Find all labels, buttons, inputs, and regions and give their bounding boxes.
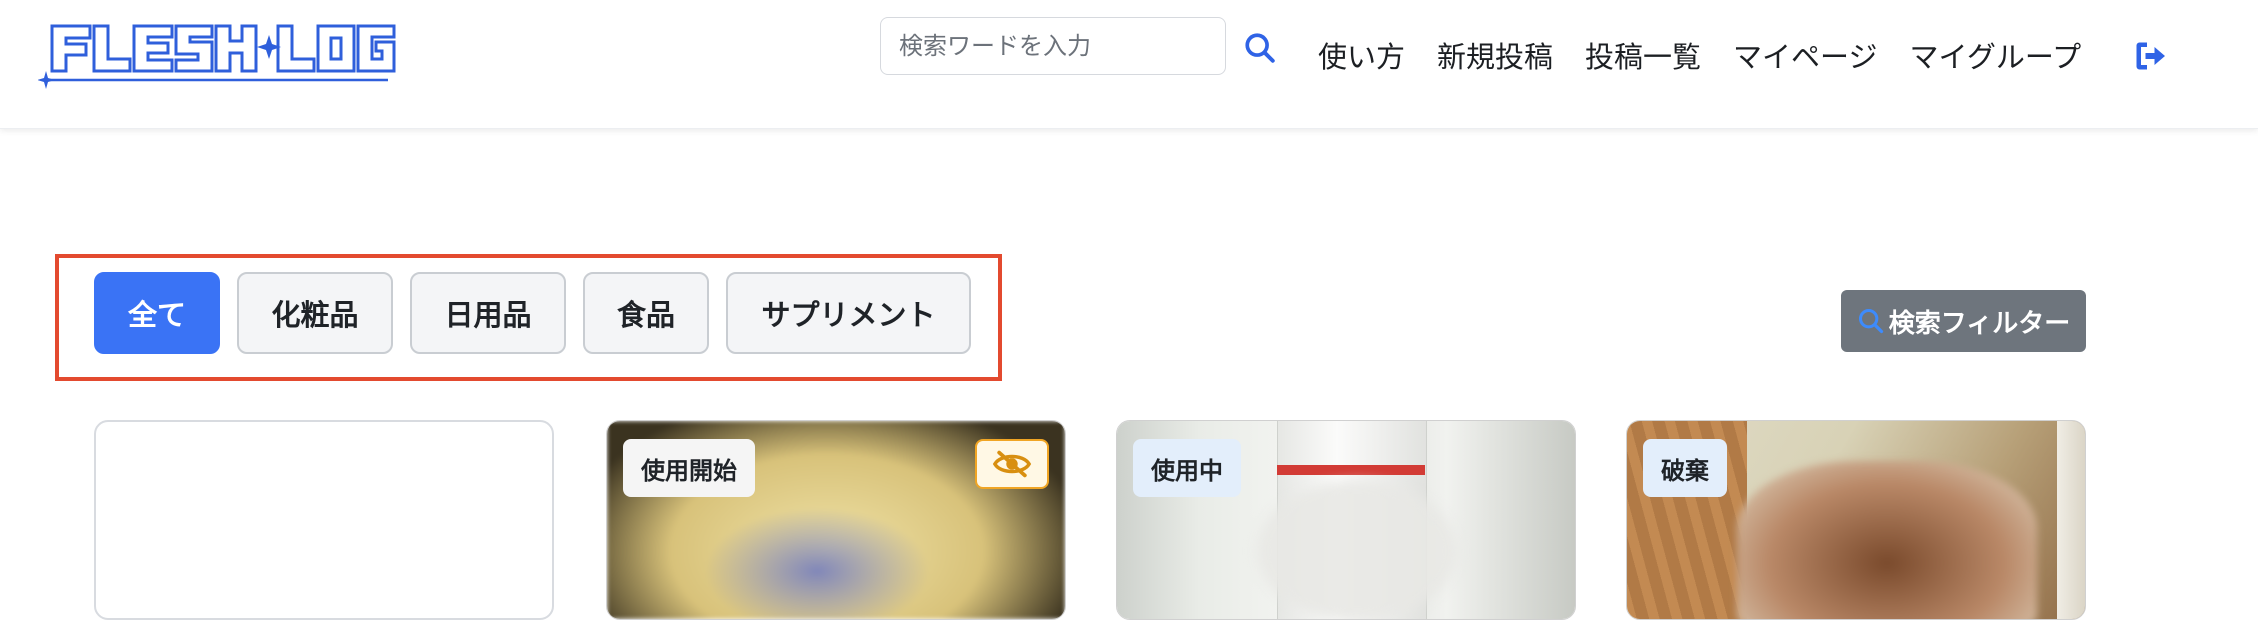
search-input[interactable]	[880, 17, 1226, 75]
post-card-empty[interactable]	[94, 420, 554, 620]
tab-cosmetics[interactable]: 化粧品	[237, 272, 393, 354]
search-filter-label: 検索フィルター	[1888, 308, 2071, 339]
nav-how-to-use[interactable]: 使い方	[1318, 34, 1405, 76]
logout-button[interactable]	[2132, 38, 2168, 74]
nav-new-post[interactable]: 新規投稿	[1437, 34, 1553, 76]
search-button[interactable]	[1236, 24, 1284, 72]
tab-supplements[interactable]: サプリメント	[726, 272, 971, 354]
logout-icon	[2136, 42, 2165, 70]
search-icon	[1858, 308, 1883, 334]
status-badge: 破棄	[1643, 439, 1727, 497]
status-badge: 使用中	[1133, 439, 1241, 497]
status-badge: 使用開始	[623, 439, 755, 497]
post-card[interactable]: 破棄	[1626, 420, 2086, 620]
post-card[interactable]: 使用開始	[606, 420, 1066, 620]
top-header: 使い方 新規投稿 投稿一覧 マイページ マイグループ	[0, 0, 2258, 129]
logo-icon	[37, 24, 396, 89]
visibility-toggle[interactable]	[975, 439, 1049, 489]
magnifier-icon	[1245, 33, 1275, 63]
main-nav: 使い方 新規投稿 投稿一覧 マイページ マイグループ	[1318, 30, 2081, 80]
tab-daily-goods[interactable]: 日用品	[410, 272, 566, 354]
nav-post-list[interactable]: 投稿一覧	[1585, 34, 1701, 76]
tab-all[interactable]: 全て	[94, 272, 220, 354]
search-filter-button[interactable]: 検索フィルター	[1841, 290, 2086, 352]
post-photo-rail	[2057, 421, 2085, 619]
eye-slash-icon	[992, 450, 1032, 478]
post-photo-blur	[1257, 481, 1457, 619]
nav-my-page[interactable]: マイページ	[1733, 34, 1877, 76]
post-photo-jar	[1737, 461, 2037, 619]
post-card[interactable]: 使用中	[1116, 420, 1576, 620]
nav-my-group[interactable]: マイグループ	[1909, 34, 2081, 76]
tab-food[interactable]: 食品	[583, 272, 709, 354]
app-logo[interactable]	[37, 18, 398, 92]
post-photo-bottle-band	[1277, 465, 1425, 475]
